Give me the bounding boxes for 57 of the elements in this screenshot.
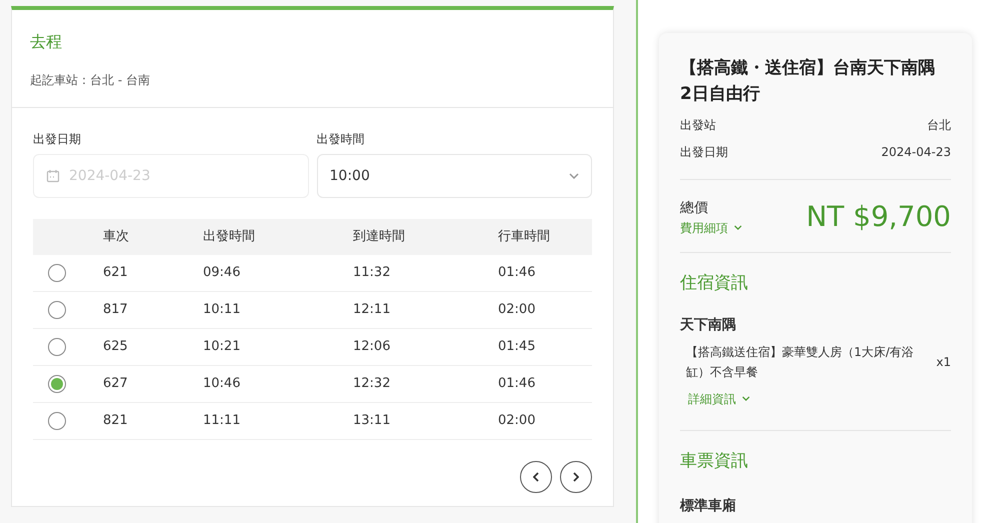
column-header: 車次 [103,228,129,246]
fee-details-link[interactable]: 費用細項 [680,218,742,236]
table-cell-text: 10:46 [203,375,240,394]
detail-value: 2024-04-23 [881,144,951,161]
column-header: 出發時間 [203,228,255,246]
detail-label: 出發站 [680,117,716,134]
table-cell-text: 10:11 [203,301,240,320]
table-cell-text: 11:32 [353,264,390,282]
table-cell-text: 627 [103,375,128,394]
details-link[interactable]: 詳細資訊 [680,390,750,408]
table-cell-text: 12:32 [353,375,390,394]
detail-label: 出發日期 [680,144,728,161]
table-cell-text: 01:45 [498,338,536,356]
chevron-left-icon [533,472,539,482]
radio-button[interactable] [48,338,66,356]
package-title: 【搭高鐵・送住宿】台南天下南隅2日自由行 [680,57,936,106]
section-title: 去程 [30,31,63,53]
car-class: 標準車廂 [680,496,737,516]
detail-value: 台北 [927,117,951,134]
table-cell-text: 10:21 [203,338,240,356]
total-label: 總價 [680,198,709,218]
table-cell-text: 01:46 [498,264,536,282]
field-label: 出發日期 [33,131,82,148]
calendar-icon [46,169,60,183]
chevron-down-icon [569,173,579,179]
previous-page-button[interactable] [520,461,552,493]
radio-button[interactable] [48,301,66,319]
room-description: 【搭高鐵送住宿】豪華雙人房（1大床/有浴缸）不含早餐 [686,344,915,380]
total-price: NT $9,700 [806,199,951,235]
table-cell-text: 817 [103,301,128,320]
room-quantity: x1 [936,354,951,370]
table-cell-text: 02:00 [498,301,536,320]
chevron-right-icon [573,472,579,482]
table-cell-text: 625 [103,338,128,356]
radio-button[interactable] [48,264,66,282]
table-cell-text: 11:11 [203,412,240,430]
table-cell-text: 12:06 [353,338,390,356]
table-cell-text: 09:46 [203,264,240,282]
chevron-down-icon [734,225,742,230]
hotel-name: 天下南隅 [680,316,737,334]
time-select[interactable]: 10:00 [316,154,592,198]
radio-button[interactable] [48,375,66,393]
table-cell-text: 01:46 [498,375,536,394]
next-page-button[interactable] [560,461,592,493]
section-heading: 住宿資訊 [680,272,749,295]
station-route: 起訖車站：台北 - 台南 [30,72,151,89]
table-cell-text: 621 [103,264,128,282]
field-label: 出發時間 [316,131,366,148]
table-cell-text: 13:11 [353,412,390,430]
section-heading: 車票資訊 [680,450,749,472]
table-cell-text: 12:11 [353,301,390,320]
column-header: 到達時間 [353,228,405,246]
table-cell-text: 02:00 [498,412,536,430]
column-header: 行車時間 [498,228,550,246]
radio-button[interactable] [48,412,66,430]
table-cell-text: 821 [103,412,128,430]
chevron-down-icon [742,396,750,401]
